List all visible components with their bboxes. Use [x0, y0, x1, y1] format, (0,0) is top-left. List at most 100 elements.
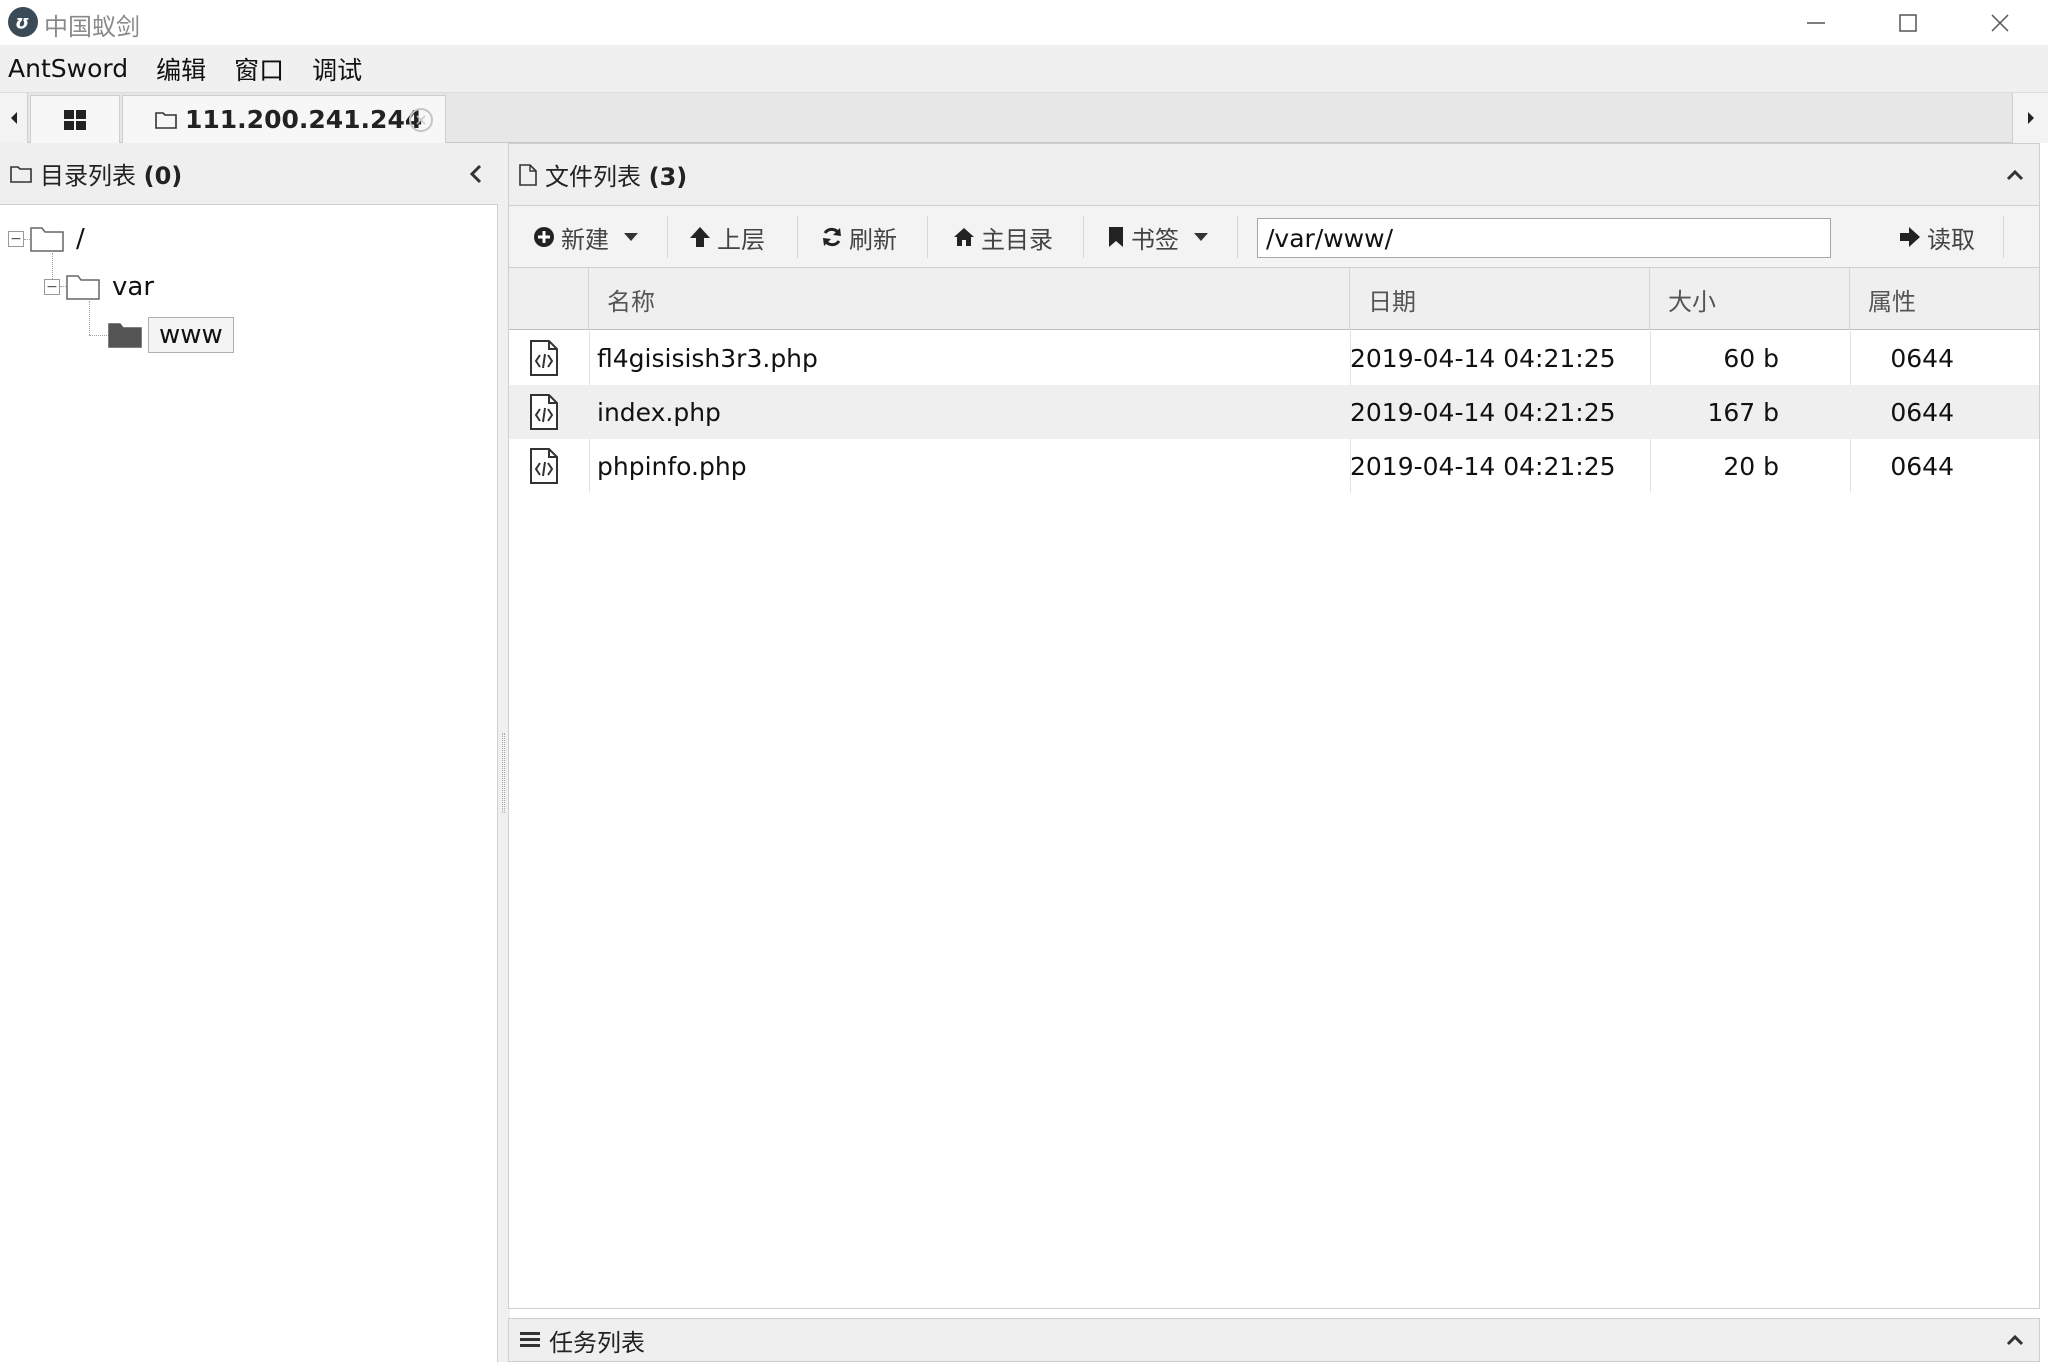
- tree-node-var[interactable]: − var: [44, 267, 154, 307]
- toolbar-divider: [797, 216, 798, 258]
- menu-window[interactable]: 窗口: [226, 51, 296, 87]
- tab-host[interactable]: 111.200.241.244 ×: [122, 95, 446, 143]
- home-dir-button[interactable]: 主目录: [953, 216, 1053, 258]
- maximize-button[interactable]: [1862, 0, 1954, 45]
- task-panel-title: 任务列表: [549, 1328, 645, 1357]
- folder-filled-icon: [108, 323, 142, 348]
- column-icon-header: [509, 268, 589, 330]
- tab-host-label: 111.200.241.244: [185, 105, 423, 134]
- close-window-button[interactable]: [1954, 0, 2046, 45]
- new-button[interactable]: 新建: [533, 216, 639, 258]
- directory-panel: 目录列表 (0) − / − var www: [0, 143, 498, 1362]
- caret-down-icon: [1194, 233, 1208, 241]
- php-file-icon: [527, 331, 561, 385]
- title-bar: ʊ 中国蚁剑: [0, 0, 2048, 45]
- file-name: index.php: [597, 397, 721, 427]
- tree-node-root[interactable]: − /: [8, 219, 85, 259]
- refresh-icon: [823, 227, 841, 247]
- directory-count: (0): [143, 162, 183, 190]
- file-name: fl4gisisish3r3.php: [597, 343, 818, 373]
- file-attr: 0644: [1890, 397, 1954, 427]
- plus-circle-icon: [534, 227, 554, 247]
- toolbar-divider: [1237, 216, 1238, 258]
- caret-right-icon: [2027, 112, 2034, 124]
- new-button-label: 新建: [561, 225, 609, 254]
- toolbar-divider: [2003, 216, 2004, 258]
- tree-collapse-toggle[interactable]: −: [8, 231, 24, 247]
- task-panel-header[interactable]: 任务列表: [508, 1318, 2040, 1362]
- tab-bar: 111.200.241.244 ×: [0, 93, 2048, 143]
- column-header-attr[interactable]: 属性: [1850, 268, 2039, 330]
- bookmark-button-label: 书签: [1131, 225, 1179, 254]
- file-attr: 0644: [1890, 343, 1954, 373]
- toolbar-divider: [1083, 216, 1084, 258]
- file-panel-title: 文件列表 (3): [545, 157, 687, 192]
- column-header-name[interactable]: 名称: [589, 268, 1350, 330]
- tree-node-label: /: [76, 224, 85, 254]
- file-date: 2019-04-14 04:21:25: [1350, 397, 1616, 427]
- folder-outline-icon: [66, 275, 100, 300]
- tree-collapse-toggle[interactable]: −: [44, 279, 60, 295]
- file-grid-header: 名称 日期 大小 属性: [509, 268, 2039, 330]
- file-panel-header: 文件列表 (3): [509, 144, 2039, 206]
- file-date: 2019-04-14 04:21:25: [1350, 343, 1616, 373]
- arrow-right-icon: [1900, 227, 1920, 247]
- toolbar-divider: [667, 216, 668, 258]
- bookmark-icon: [1109, 227, 1123, 247]
- up-button[interactable]: 上层: [689, 216, 765, 258]
- minimize-button[interactable]: [1770, 0, 1862, 45]
- file-size: 20 b: [1723, 451, 1779, 481]
- caret-down-icon: [624, 233, 638, 241]
- menu-debug[interactable]: 调试: [304, 51, 374, 87]
- folder-outline-icon: [10, 165, 32, 183]
- path-input[interactable]: [1257, 218, 1831, 258]
- php-file-icon: [527, 385, 561, 439]
- column-header-date[interactable]: 日期: [1350, 268, 1650, 330]
- file-count: (3): [648, 163, 688, 191]
- bookmark-button[interactable]: 书签: [1107, 216, 1209, 258]
- file-toolbar: 新建 上层 刷新 主目录 书签 /var/www/ 读取: [509, 206, 2039, 268]
- menu-edit[interactable]: 编辑: [148, 51, 218, 87]
- file-attr: 0644: [1890, 451, 1954, 481]
- file-name: phpinfo.php: [597, 451, 747, 481]
- collapse-left-icon[interactable]: [468, 163, 484, 185]
- minimize-icon: [1807, 21, 1825, 24]
- file-panel: 文件列表 (3) 新建 上层 刷新 主目录 书签 /var/www/ 读取 名称…: [508, 143, 2040, 1309]
- table-row[interactable]: phpinfo.php 2019-04-14 04:21:25 20 b 064…: [509, 439, 2039, 493]
- splitter-grip[interactable]: [502, 733, 505, 813]
- arrow-up-icon: [690, 227, 710, 247]
- tree-node-label-selected: www: [148, 317, 234, 353]
- grid-icon: [64, 109, 86, 130]
- tree-node-www[interactable]: www: [108, 315, 234, 355]
- directory-title-text: 目录列表: [40, 162, 136, 190]
- file-size: 167 b: [1707, 397, 1779, 427]
- directory-panel-header: 目录列表 (0): [0, 143, 498, 205]
- refresh-button[interactable]: 刷新: [821, 216, 897, 258]
- refresh-button-label: 刷新: [849, 225, 897, 254]
- tab-scroll-left-button[interactable]: [0, 93, 28, 143]
- tab-scroll-right-button[interactable]: [2012, 93, 2048, 143]
- menu-antsword[interactable]: AntSword: [0, 54, 140, 83]
- read-button[interactable]: 读取: [1899, 216, 1975, 258]
- folder-outline-icon: [155, 111, 177, 129]
- window-title: 中国蚁剑: [44, 13, 140, 41]
- toolbar-divider: [927, 216, 928, 258]
- expand-up-icon[interactable]: [2005, 1333, 2025, 1347]
- tab-home[interactable]: [30, 95, 120, 143]
- maximize-icon: [1899, 13, 1917, 32]
- column-header-size[interactable]: 大小: [1650, 268, 1850, 330]
- up-button-label: 上层: [717, 225, 765, 254]
- folder-outline-icon: [30, 227, 64, 252]
- table-row[interactable]: fl4gisisish3r3.php 2019-04-14 04:21:25 6…: [509, 331, 2039, 385]
- home-icon: [954, 228, 974, 246]
- tab-close-button[interactable]: ×: [409, 108, 433, 132]
- tree-connector: [89, 335, 109, 336]
- list-icon: [520, 1332, 540, 1347]
- menu-bar: AntSword 编辑 窗口 调试: [0, 45, 2048, 93]
- directory-panel-title: 目录列表 (0): [40, 156, 182, 191]
- file-size: 60 b: [1723, 343, 1779, 373]
- php-file-icon: [527, 439, 561, 493]
- collapse-up-icon[interactable]: [2005, 168, 2025, 182]
- app-logo-icon: ʊ: [8, 7, 38, 37]
- table-row[interactable]: index.php 2019-04-14 04:21:25 167 b 0644: [509, 385, 2039, 439]
